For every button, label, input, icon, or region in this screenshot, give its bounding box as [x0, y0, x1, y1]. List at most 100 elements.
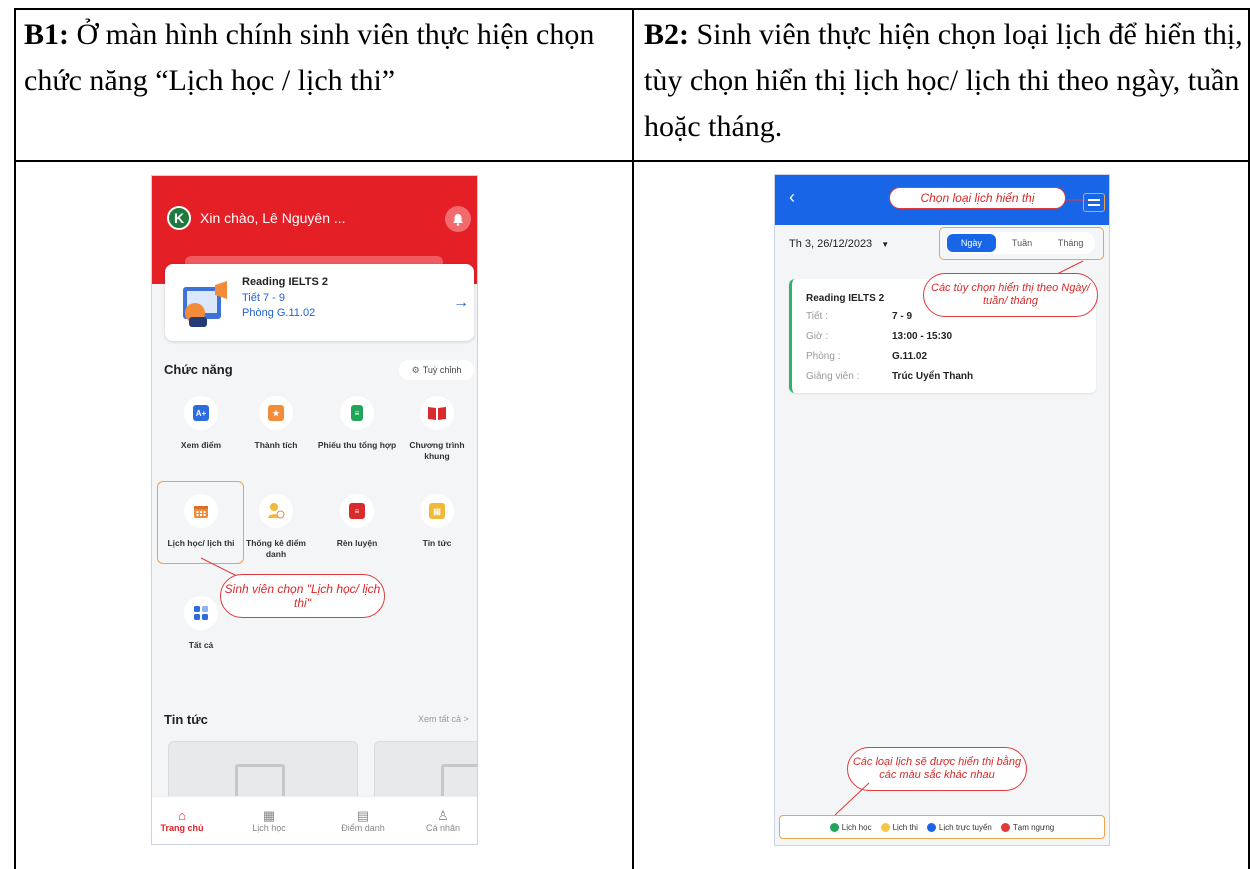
table-center-divider: [632, 8, 634, 869]
tab-schedule[interactable]: ▦ Lịch học: [239, 808, 299, 834]
function-news[interactable]: ▤ Tin tức: [397, 494, 477, 549]
customize-button[interactable]: ⚙ Tuỳ chỉnh: [399, 360, 474, 380]
home-icon: ⌂: [178, 808, 186, 823]
home-screen-phone: K Xin chào, Lê Nguyên ... Reading IELTS …: [151, 175, 478, 845]
tab-label: Lịch học: [252, 823, 286, 833]
step-b2-text: B2: Sinh viên thực hiện chọn loại lịch đ…: [644, 12, 1248, 150]
tab-profile[interactable]: ♙ Cá nhân: [413, 808, 473, 834]
event-label: Giờ :: [806, 331, 829, 342]
notification-bell-icon[interactable]: [445, 206, 471, 232]
function-label: Xem điểm: [180, 440, 222, 450]
selected-date: Th 3, 26/12/2023: [789, 238, 873, 250]
greeting-text: Xin chào, Lê Nguyên ...: [200, 210, 346, 226]
calendar-icon: [194, 506, 208, 518]
legend-label: Lịch thi: [892, 822, 918, 832]
select-schedule-callout: Sinh viên chọn "Lịch học/ lịch thi": [220, 574, 385, 618]
legend-dot-icon: [829, 822, 839, 832]
event-value: 13:00 - 15:30: [892, 331, 953, 342]
legend-dot-icon: [880, 822, 890, 832]
news-icon: ▤: [429, 503, 445, 519]
customize-label: Tuỳ chỉnh: [422, 365, 462, 375]
table-right-border: [1248, 8, 1250, 869]
step-b1-text: B1: Ở màn hình chính sinh viên thực hiện…: [24, 12, 624, 104]
tab-label: Điểm danh: [341, 823, 385, 833]
calendar-type-menu-icon[interactable]: [1083, 193, 1105, 212]
event-label: Tiết :: [806, 311, 828, 322]
training-icon: ≡: [349, 503, 365, 519]
table-left-border: [14, 8, 16, 869]
functions-title: Chức năng: [164, 362, 233, 377]
see-all-news-link[interactable]: Xem tất cả >: [418, 714, 469, 724]
legend-item: Tạm ngưng: [1000, 822, 1055, 832]
bottom-tab-bar: ⌂ Trang chủ ▦ Lịch học ▤ Điểm danh ♙ Cá …: [152, 796, 477, 844]
legend-label: Tạm ngưng: [1012, 822, 1055, 832]
class-room: Phòng G.11.02: [242, 307, 316, 319]
function-receipt[interactable]: ≡ Phiếu thu tổng hợp: [317, 396, 397, 451]
function-curriculum[interactable]: Chương trình khung: [397, 396, 477, 462]
legend-callout: Các loại lịch sẽ được hiển thị bằng các …: [847, 747, 1027, 791]
legend-item: Lịch thi: [880, 822, 918, 832]
attendance-icon: [268, 503, 285, 519]
calendar-legend: Lịch học Lịch thi Lịch trực tuyến Tạm ng…: [779, 815, 1105, 839]
legend-dot-icon: [926, 822, 936, 832]
function-label: Lịch học/ lịch thi: [167, 538, 235, 548]
book-icon: [428, 407, 446, 420]
function-achievement[interactable]: ★ Thành tích: [236, 396, 316, 451]
function-training[interactable]: ≡ Rèn luyện: [317, 494, 397, 549]
event-label: Giảng viên :: [806, 371, 860, 382]
avatar[interactable]: K: [167, 206, 191, 230]
tab-home[interactable]: ⌂ Trang chủ: [152, 808, 212, 834]
event-value: G.11.02: [892, 351, 928, 362]
calendar-icon: ▦: [262, 808, 276, 823]
function-label: Tin tức: [422, 538, 452, 548]
legend-dot-icon: [1000, 822, 1010, 832]
step-b1-description: Ở màn hình chính sinh viên thực hiện chọ…: [24, 18, 595, 97]
segment-week[interactable]: Tuần: [998, 238, 1047, 248]
grade-icon: A+: [193, 405, 209, 421]
function-schedule[interactable]: Lịch học/ lịch thi: [161, 494, 241, 549]
person-icon: ♙: [437, 808, 449, 823]
function-attendance-stats[interactable]: Thống kê điểm danh: [236, 494, 316, 560]
callout-pointer: [834, 782, 870, 816]
back-chevron-icon[interactable]: ‹: [789, 187, 795, 208]
date-selector[interactable]: Th 3, 26/12/2023 ▼: [789, 238, 889, 250]
class-title: Reading IELTS 2: [242, 276, 328, 288]
class-period: Tiết 7 - 9: [242, 292, 285, 304]
function-label: Thành tích: [254, 440, 298, 450]
legend-label: Lịch học: [841, 822, 872, 832]
function-label: Rèn luyện: [336, 538, 378, 548]
caret-down-icon: ▼: [881, 240, 890, 249]
function-label: Chương trình khung: [409, 440, 465, 461]
event-value: 7 - 9: [892, 311, 913, 322]
checklist-icon: ▤: [356, 808, 370, 823]
legend-item: Lịch trực tuyến: [926, 822, 992, 832]
legend-label: Lịch trực tuyến: [938, 822, 992, 832]
next-class-card[interactable]: Reading IELTS 2 Tiết 7 - 9 Phòng G.11.02…: [165, 264, 474, 341]
step-b1-label: B1:: [24, 18, 69, 51]
function-label: Thống kê điểm danh: [246, 538, 306, 559]
event-label: Phòng :: [806, 351, 841, 362]
sliders-icon: ⚙: [411, 364, 420, 375]
arrow-right-icon[interactable]: →: [453, 294, 469, 312]
tab-attendance[interactable]: ▤ Điểm danh: [333, 808, 393, 834]
tab-label: Trang chủ: [160, 823, 204, 833]
function-all[interactable]: Tất cả: [161, 596, 241, 651]
step-b2-description: Sinh viên thực hiện chọn loại lịch để hi…: [644, 18, 1243, 143]
function-label: Tất cả: [188, 640, 214, 650]
grid-icon: [194, 606, 208, 620]
function-label: Phiếu thu tổng hợp: [317, 440, 397, 450]
segment-day[interactable]: Ngày: [947, 234, 996, 252]
choose-calendar-type-callout: Chọn loại lịch hiển thị: [889, 187, 1066, 209]
segment-month[interactable]: Tháng: [1046, 238, 1095, 248]
view-mode-segment: Ngày Tuần Tháng: [939, 227, 1104, 260]
view-options-callout: Các tùy chọn hiển thị theo Ngày/ tuần/ t…: [923, 273, 1098, 317]
tab-label: Cá nhân: [425, 823, 461, 833]
legend-item: Lịch học: [829, 822, 872, 832]
event-value: Trúc Uyển Thanh: [892, 371, 974, 382]
news-title: Tin tức: [164, 712, 208, 727]
function-grade[interactable]: A+ Xem điểm: [161, 396, 241, 451]
achievement-icon: ★: [268, 405, 284, 421]
event-title: Reading IELTS 2: [806, 293, 885, 304]
receipt-icon: ≡: [351, 405, 363, 421]
callout-pointer: [1065, 199, 1085, 201]
